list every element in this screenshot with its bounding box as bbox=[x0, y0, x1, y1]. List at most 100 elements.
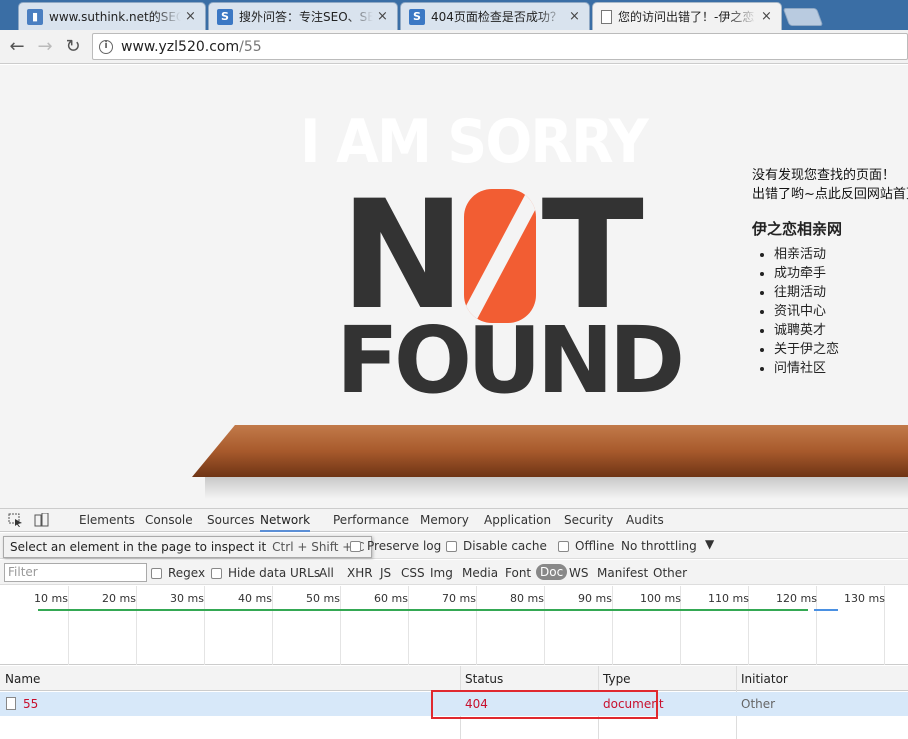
filter-type-other[interactable]: Other bbox=[653, 566, 687, 580]
url-host: www.yzl520.com bbox=[121, 38, 240, 55]
filter-type-doc[interactable]: Doc bbox=[536, 564, 568, 580]
address-bar[interactable]: i www.yzl520.com/55 bbox=[92, 33, 908, 60]
tab-close-icon[interactable]: × bbox=[761, 9, 773, 24]
tab-application[interactable]: Application bbox=[484, 513, 551, 527]
site-links-list: 相亲活动 成功牵手 往期活动 资讯中心 诚聘英才 关于伊之恋 问情社区 bbox=[752, 245, 908, 378]
tab-security[interactable]: Security bbox=[564, 513, 613, 527]
not-letter-t: T bbox=[541, 169, 644, 343]
sorry-heading: I AM SORRY bbox=[300, 107, 649, 177]
row-name[interactable]: 55 bbox=[23, 697, 38, 711]
inspect-element-icon[interactable] bbox=[8, 513, 23, 527]
side-panel: 没有发现您查找的页面！ 出错了哟~点此反回网站首页 伊之恋相亲网 相亲活动 成功… bbox=[752, 166, 908, 378]
browser-tab-4-active[interactable]: 您的访问出错了！-伊之恋 × bbox=[592, 2, 782, 30]
filter-type-js[interactable]: JS bbox=[380, 566, 391, 580]
preserve-log-box[interactable] bbox=[350, 540, 361, 552]
inspect-tooltip: Select an element in the page to inspect… bbox=[3, 536, 372, 558]
disable-cache-box[interactable] bbox=[446, 540, 457, 552]
regex-box[interactable] bbox=[151, 567, 162, 579]
dropdown-arrow-icon[interactable]: ▼ bbox=[705, 537, 714, 551]
browser-tab-1[interactable]: ▮ www.suthink.net的SEO × bbox=[18, 2, 206, 30]
filter-type-all[interactable]: All bbox=[319, 566, 334, 580]
link-community[interactable]: 问情社区 bbox=[774, 359, 908, 378]
tab-audits[interactable]: Audits bbox=[626, 513, 664, 527]
regex-checkbox[interactable]: Regex bbox=[151, 566, 205, 580]
link-about[interactable]: 关于伊之恋 bbox=[774, 340, 908, 359]
tab-elements[interactable]: Elements bbox=[79, 513, 135, 527]
filter-bar: Filter Regex Hide data URLs All XHR JS C… bbox=[0, 560, 908, 585]
back-arrow-icon[interactable]: ← bbox=[6, 36, 28, 58]
not-letter-n: N bbox=[340, 169, 466, 343]
offline-box[interactable] bbox=[558, 540, 569, 552]
reload-icon[interactable]: ↻ bbox=[62, 36, 84, 58]
disable-cache-label: Disable cache bbox=[463, 539, 547, 553]
link-past-activities[interactable]: 往期活动 bbox=[774, 283, 908, 302]
filter-type-css[interactable]: CSS bbox=[401, 566, 425, 580]
timeline-label: 110 ms bbox=[708, 592, 749, 605]
network-timeline-overview[interactable]: 10 ms 20 ms 30 ms 40 ms 50 ms 60 ms 70 m… bbox=[0, 586, 908, 665]
tab-close-icon[interactable]: × bbox=[377, 9, 389, 24]
filter-type-xhr[interactable]: XHR bbox=[347, 566, 373, 580]
tab-memory[interactable]: Memory bbox=[420, 513, 469, 527]
throttling-select[interactable]: No throttling bbox=[621, 539, 697, 553]
tab-close-icon[interactable]: × bbox=[569, 9, 581, 24]
link-activities[interactable]: 相亲活动 bbox=[774, 245, 908, 264]
not-found-message: 没有发现您查找的页面！ bbox=[752, 168, 896, 183]
timeline-label: 10 ms bbox=[34, 592, 68, 605]
hide-data-urls-box[interactable] bbox=[211, 567, 222, 579]
timeline-label: 50 ms bbox=[306, 592, 340, 605]
timeline-label: 20 ms bbox=[102, 592, 136, 605]
column-initiator[interactable]: Initiator bbox=[741, 672, 788, 686]
column-type[interactable]: Type bbox=[603, 672, 631, 686]
tooltip-text: Select an element in the page to inspect… bbox=[10, 540, 267, 554]
device-toolbar-icon[interactable] bbox=[34, 513, 49, 527]
timeline-gridline bbox=[204, 586, 205, 665]
filter-type-media[interactable]: Media bbox=[462, 566, 498, 580]
timeline-gridline bbox=[544, 586, 545, 665]
timeline-label: 70 ms bbox=[442, 592, 476, 605]
tab-console[interactable]: Console bbox=[145, 513, 193, 527]
regex-label: Regex bbox=[168, 566, 206, 580]
timeline-request-bar bbox=[38, 609, 808, 611]
link-careers[interactable]: 诚聘英才 bbox=[774, 321, 908, 340]
offline-label: Offline bbox=[575, 539, 615, 553]
preserve-log-label: Preserve log bbox=[367, 539, 442, 553]
tab-close-icon[interactable]: × bbox=[185, 9, 197, 24]
link-news[interactable]: 资讯中心 bbox=[774, 302, 908, 321]
column-status[interactable]: Status bbox=[465, 672, 503, 686]
browser-tab-strip: ▮ www.suthink.net的SEO × S 搜外问答：专注SEO、SE … bbox=[0, 0, 908, 30]
timeline-gridline bbox=[340, 586, 341, 665]
new-tab-button[interactable] bbox=[782, 8, 824, 26]
timeline-gridline bbox=[476, 586, 477, 665]
not-graphic: N T bbox=[340, 169, 644, 343]
timeline-gridline bbox=[612, 586, 613, 665]
hide-data-urls-checkbox[interactable]: Hide data URLs bbox=[211, 566, 320, 580]
link-success-stories[interactable]: 成功牵手 bbox=[774, 264, 908, 283]
url-path: /55 bbox=[239, 38, 262, 55]
back-home-link[interactable]: 出错了哟~点此反回网站首页 bbox=[752, 185, 908, 204]
browser-tab-3[interactable]: S 404页面检查是否成功？ × bbox=[400, 2, 590, 30]
network-table-header: Name Status Type Initiator bbox=[0, 666, 908, 691]
filter-type-manifest[interactable]: Manifest bbox=[597, 566, 648, 580]
document-icon bbox=[6, 697, 16, 710]
tab-sources[interactable]: Sources bbox=[207, 513, 254, 527]
red-annotation-box bbox=[431, 690, 658, 719]
hide-data-urls-label: Hide data URLs bbox=[228, 566, 321, 580]
site-title: 伊之恋相亲网 bbox=[752, 220, 843, 238]
filter-input[interactable]: Filter bbox=[4, 563, 147, 582]
browser-tab-2[interactable]: S 搜外问答：专注SEO、SE × bbox=[208, 2, 398, 30]
column-name[interactable]: Name bbox=[5, 672, 40, 686]
site-info-icon[interactable]: i bbox=[99, 39, 113, 54]
forward-arrow-icon[interactable]: → bbox=[34, 36, 56, 58]
filter-type-img[interactable]: Img bbox=[430, 566, 453, 580]
tab-network[interactable]: Network bbox=[260, 513, 311, 532]
page-viewport: I AM SORRY N T FOUND 没有发现您查找的页面！ 出错了哟~点此… bbox=[0, 65, 908, 508]
filter-type-ws[interactable]: WS bbox=[569, 566, 588, 580]
filter-type-font[interactable]: Font bbox=[505, 566, 531, 580]
browser-toolbar: ← → ↻ i www.yzl520.com/55 bbox=[0, 30, 908, 64]
disable-cache-checkbox[interactable]: Disable cache bbox=[446, 539, 547, 553]
offline-checkbox[interactable]: Offline bbox=[558, 539, 614, 553]
preserve-log-checkbox[interactable]: Preserve log bbox=[350, 539, 441, 553]
timeline-gridline bbox=[68, 586, 69, 665]
tab-performance[interactable]: Performance bbox=[333, 513, 409, 527]
timeline-label: 60 ms bbox=[374, 592, 408, 605]
